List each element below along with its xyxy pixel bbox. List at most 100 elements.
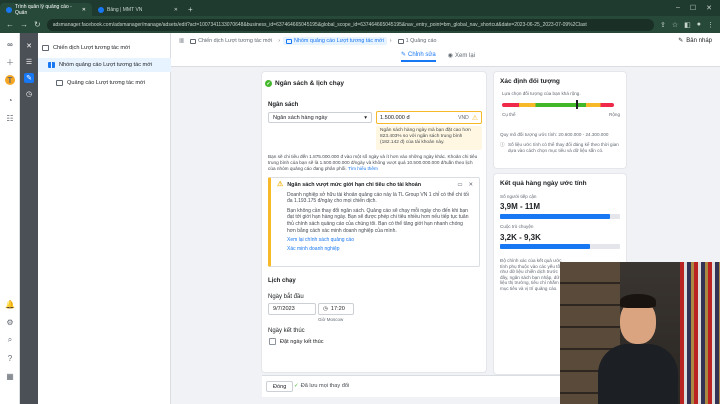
browser-urlbar: ← → ↻ adsmanager.facebook.com/adsmanager… [0,16,720,33]
check-icon: ✓ [294,383,299,389]
browser-tabbar: Trình quản lý quảng cáo - Quản ✕ Bảng | … [0,0,720,16]
audience-size: Quy mô đối tượng ước tính: 20.600.000 - … [500,132,609,137]
feedback-icon[interactable]: ▭ [457,182,462,189]
reach-bar [500,214,620,219]
alert-actions: ▭ ✕ [457,182,473,189]
tree-item-ad[interactable]: Quảng cáo Lượt tương tác mới [38,76,171,90]
reach-bar-fill [500,214,611,219]
breadcrumb-ads[interactable]: 1 Quảng cáo [395,37,440,45]
search-icon[interactable]: ⌕ [5,335,15,345]
verify-business-link[interactable]: Xác minh doanh nghiệp [287,246,473,253]
checkbox-label: Đặt ngày kết thúc [280,338,324,345]
close-window-icon[interactable]: ✕ [706,4,712,12]
schedule-label: Lịch chạy [268,278,296,284]
browser-tab-ads-manager[interactable]: Trình quản lý quảng cáo - Quản ✕ [0,3,92,16]
conversations-label: Cuộc trò chuyện [500,224,534,229]
tree-item-label: Chiến dịch Lượt tương tác mới [53,45,130,51]
breadcrumb-adset[interactable]: Nhóm quảng cáo Lượt tương tác mới [283,37,387,45]
tree-item-campaign[interactable]: Chiến dịch Lượt tương tác mới [38,41,171,55]
conversations-value: 3,2K - 9,3K [500,233,541,242]
chevron-right-icon: › [389,38,392,44]
forward-icon[interactable]: → [20,20,28,29]
maximize-icon[interactable]: ☐ [690,4,696,12]
learn-more-link[interactable]: Tìm hiểu thêm [348,166,378,171]
tab-review[interactable]: ◉ Xem lại [448,51,475,62]
gauge-icon[interactable]: ◔ [5,95,15,105]
clock-icon[interactable]: ◷ [24,89,34,99]
menu-icon[interactable]: ⋮ [707,21,714,29]
minimize-icon[interactable]: – [676,4,680,12]
campaign-tree: ✕ ☰ ✎ ◷ Chiến dịch Lượt tương tác mới Nh… [20,33,171,404]
budget-explanation: Bạn sẽ chi tiêu đến 1.875.000.000 đ vào … [268,154,480,172]
start-time-input[interactable]: ◷ 17:20 [318,303,354,315]
end-date-label: Ngày kết thúc [268,328,305,334]
budget-amount-value: 1.500.000 đ [380,114,410,121]
notification-icon[interactable]: 🔔 [5,299,15,309]
create-icon[interactable]: ＋ [5,57,15,67]
start-date-input[interactable]: 9/7/2023 [268,303,316,315]
breadcrumb-label: 1 Quảng cáo [405,38,437,44]
profile-icon[interactable]: ● [697,21,701,29]
section-title: ✓ Ngân sách & lịch chạy [265,80,344,87]
sidebar-toggle-icon[interactable]: ▥ [179,38,184,44]
tab-label: Trình quản lý quảng cáo - Quản [15,3,72,16]
draft-status[interactable]: ✎ Bản nháp [678,37,712,45]
spending-limit-alert: ⚠ Ngân sách vượt mức giới hạn chi tiêu c… [268,177,480,267]
checkbox[interactable] [269,338,276,345]
edit-icon[interactable]: ✎ [24,73,34,83]
collapse-icon[interactable]: ✕ [24,41,34,51]
meta-favicon-icon [98,6,104,13]
end-date-checkbox[interactable]: Đặt ngày kết thúc [269,338,324,345]
audience-definition-card: Xác định đối tượng Lựa chọn đối tượng củ… [494,72,626,168]
close-button[interactable]: Đóng [266,381,294,392]
help-icon[interactable]: ? [5,353,15,363]
tree-item-label: Nhóm quảng cáo Lượt tương tác mới [59,62,153,68]
address-bar[interactable]: adsmanager.facebook.com/adsmanager/manag… [46,18,654,31]
budget-label: Ngân sách [268,102,299,108]
gear-icon[interactable]: ⚙ [5,317,15,327]
window-controls: – ☐ ✕ [676,4,720,12]
check-circle-icon: ✓ [265,80,272,87]
budget-amount-input[interactable]: 1.500.000 đ VND ⚠ [376,111,482,124]
extension-icon[interactable]: ◧ [684,21,691,29]
folder-icon [42,45,49,51]
conversations-bar [500,244,620,249]
reload-icon[interactable]: ↻ [34,20,41,29]
breadcrumb-campaign[interactable]: Chiến dịch Lượt tương tác mới [187,37,275,45]
tree-item-adset[interactable]: Nhóm quảng cáo Lượt tương tác mới [38,58,171,72]
results-title: Kết quả hàng ngày ước tính [500,180,587,187]
meta-logo-icon[interactable]: ∞ [5,39,15,49]
alert-title: Ngân sách vượt mức giới hạn chi tiêu cho… [287,182,422,188]
alert-text: Doanh nghiệp sở hữu tài khoản quảng cáo … [287,191,469,205]
table-icon[interactable]: ☷ [5,113,15,123]
budget-type-select[interactable]: Ngân sách hàng ngày ▾ [268,112,372,123]
extensions: ⇪ ☆ ◧ ● ⋮ [660,21,714,29]
tab-edit[interactable]: ✎ Chỉnh sửa [401,51,436,62]
close-icon[interactable]: ✕ [468,182,473,189]
warning-icon: ⚠ [471,114,478,122]
back-icon[interactable]: ← [6,20,14,29]
stack-icon[interactable]: ☰ [24,57,34,67]
section-title-text: Ngân sách & lịch chạy [275,80,344,87]
close-tab-icon[interactable]: ✕ [174,7,178,13]
avatar[interactable]: T [5,75,15,85]
audience-meter [502,103,614,107]
share-icon[interactable]: ⇪ [660,21,666,29]
webcam-overlay [560,262,720,404]
eye-icon: ◉ [447,53,453,59]
browser-tab-mmt[interactable]: Bảng | MMT VN ✕ [92,3,184,16]
books [680,262,720,404]
grid-icon[interactable]: ▦ [5,371,15,381]
chevron-down-icon: ▾ [364,114,367,121]
new-tab-icon[interactable]: + [188,5,193,14]
app-rail: ∞ ＋ T ◔ ☷ 🔔 ⚙ ⌕ ? ▦ [0,33,20,404]
review-policy-link[interactable]: Xem lại chính sách quảng cáo [287,237,473,244]
close-tab-icon[interactable]: ✕ [82,7,86,13]
star-icon[interactable]: ☆ [672,21,678,29]
budget-schedule-card: ✓ Ngân sách & lịch chạy Ngân sách Ngân s… [262,72,486,372]
start-date-value: 9/7/2023 [273,306,295,312]
breadcrumb: ▥ Chiến dịch Lượt tương tác mới › Nhóm q… [179,37,439,45]
start-date-label: Ngày bắt đầu [268,294,304,300]
tree-toolbar: ✕ ☰ ✎ ◷ [20,33,38,404]
editor-header: ▥ Chiến dịch Lượt tương tác mới › Nhóm q… [171,33,720,67]
